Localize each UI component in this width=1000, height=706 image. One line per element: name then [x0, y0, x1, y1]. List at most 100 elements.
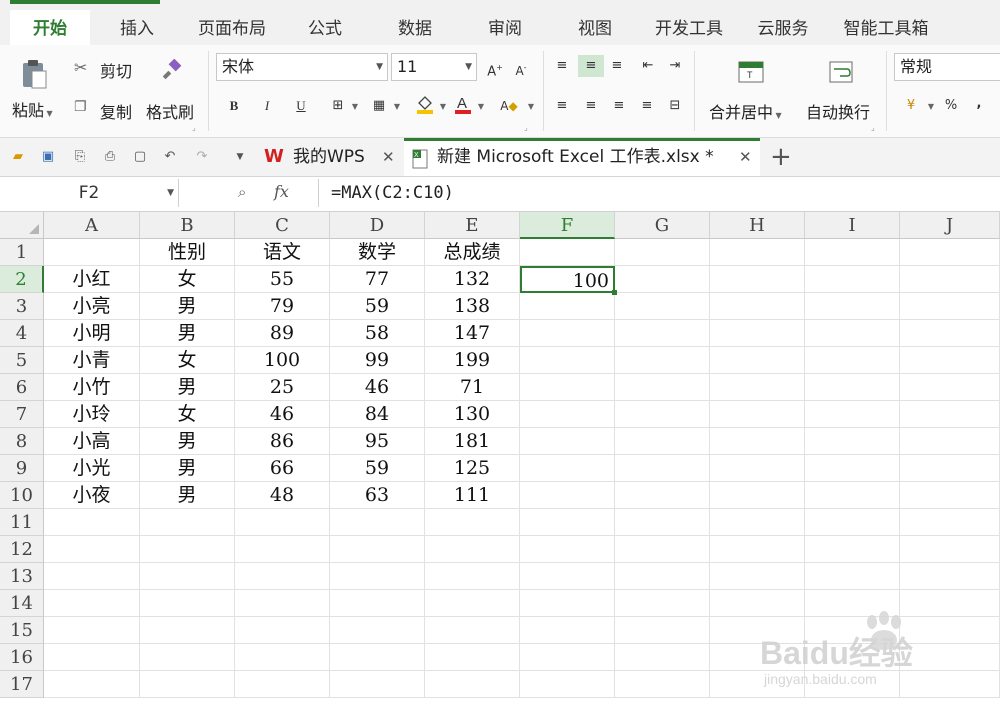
tab-page-layout[interactable]: 页面布局 — [190, 10, 274, 45]
bold-button[interactable]: B — [223, 95, 245, 117]
align-right-icon[interactable]: ≡ — [608, 95, 630, 117]
cell-j11[interactable] — [900, 509, 1000, 536]
cell-i2[interactable] — [805, 266, 900, 293]
cell-b3[interactable]: 男 — [140, 293, 235, 320]
tab-insert[interactable]: 插入 — [108, 10, 166, 45]
cell-e9[interactable]: 125 — [425, 455, 520, 482]
cell-j12[interactable] — [900, 536, 1000, 563]
cell-j2[interactable] — [900, 266, 1000, 293]
chevron-down-icon[interactable]: ▼ — [230, 147, 250, 167]
comma-style-button[interactable]: , — [968, 93, 990, 115]
cell-h12[interactable] — [710, 536, 805, 563]
increase-font-icon[interactable]: A+ — [484, 57, 506, 79]
cell-b5[interactable]: 女 — [140, 347, 235, 374]
new-tab-button[interactable]: + — [770, 138, 792, 176]
cell-h11[interactable] — [710, 509, 805, 536]
cell-c12[interactable] — [235, 536, 330, 563]
copy-icon[interactable]: ❐ — [74, 99, 92, 117]
align-left-icon[interactable]: ≡ — [551, 95, 573, 117]
chevron-down-icon[interactable]: ▼ — [920, 95, 942, 117]
cell-i13[interactable] — [805, 563, 900, 590]
cell-b12[interactable] — [140, 536, 235, 563]
cell-c7[interactable]: 46 — [235, 401, 330, 428]
cell-i5[interactable] — [805, 347, 900, 374]
cell-g12[interactable] — [615, 536, 710, 563]
cell-h4[interactable] — [710, 320, 805, 347]
cell-g2[interactable] — [615, 266, 710, 293]
cell-d1[interactable]: 数学 — [330, 239, 425, 266]
chevron-down-icon[interactable]: ▼ — [432, 95, 454, 117]
cell-a13[interactable] — [44, 563, 140, 590]
cell-j1[interactable] — [900, 239, 1000, 266]
cell-a1[interactable] — [44, 239, 140, 266]
save-icon[interactable]: ▣ — [38, 147, 58, 167]
cell-d7[interactable]: 84 — [330, 401, 425, 428]
cell-g3[interactable] — [615, 293, 710, 320]
cell-a6[interactable]: 小竹 — [44, 374, 140, 401]
close-icon[interactable]: ✕ — [739, 141, 752, 174]
cell-b7[interactable]: 女 — [140, 401, 235, 428]
cell-c11[interactable] — [235, 509, 330, 536]
cell-d8[interactable]: 95 — [330, 428, 425, 455]
cell-e8[interactable]: 181 — [425, 428, 520, 455]
underline-button[interactable]: U — [290, 95, 312, 117]
cell-b17[interactable] — [140, 671, 235, 698]
row-header-11[interactable]: 11 — [0, 509, 44, 536]
wrap-text-button[interactable]: 自动换行 — [806, 99, 870, 123]
row-header-16[interactable]: 16 — [0, 644, 44, 671]
cell-i6[interactable] — [805, 374, 900, 401]
paste-button[interactable]: 粘贴 ▼ — [12, 97, 53, 121]
column-header-b[interactable]: B — [140, 212, 235, 239]
cell-i9[interactable] — [805, 455, 900, 482]
tab-data[interactable]: 数据 — [386, 10, 444, 45]
cell-d3[interactable]: 59 — [330, 293, 425, 320]
dialog-launcher-icon[interactable]: ⌟ — [524, 123, 528, 132]
cell-f8[interactable] — [520, 428, 615, 455]
cell-e13[interactable] — [425, 563, 520, 590]
undo-icon[interactable]: ↶ — [160, 147, 180, 167]
cell-d9[interactable]: 59 — [330, 455, 425, 482]
cell-d5[interactable]: 99 — [330, 347, 425, 374]
cell-c1[interactable]: 语文 — [235, 239, 330, 266]
cell-c13[interactable] — [235, 563, 330, 590]
cell-d11[interactable] — [330, 509, 425, 536]
cell-d4[interactable]: 58 — [330, 320, 425, 347]
tab-my-wps[interactable]: W 我的WPS ✕ — [256, 138, 404, 176]
row-header-7[interactable]: 7 — [0, 401, 44, 428]
tab-excel-document[interactable]: X 新建 Microsoft Excel 工作表.xlsx * ✕ — [404, 138, 760, 176]
cell-e15[interactable] — [425, 617, 520, 644]
row-header-13[interactable]: 13 — [0, 563, 44, 590]
dialog-launcher-icon[interactable]: ⌟ — [871, 123, 875, 132]
tab-smart-tools[interactable]: 智能工具箱 — [836, 10, 936, 45]
tab-developer[interactable]: 开发工具 — [646, 10, 732, 45]
cell-i8[interactable] — [805, 428, 900, 455]
row-header-4[interactable]: 4 — [0, 320, 44, 347]
cell-a7[interactable]: 小玲 — [44, 401, 140, 428]
cell-j13[interactable] — [900, 563, 1000, 590]
redo-icon[interactable]: ↷ — [192, 147, 212, 167]
row-header-2[interactable]: 2 — [0, 266, 44, 293]
currency-icon[interactable]: ¥ — [900, 95, 922, 117]
cell-c17[interactable] — [235, 671, 330, 698]
align-top-icon[interactable]: ≡ — [551, 55, 573, 77]
cell-c4[interactable]: 89 — [235, 320, 330, 347]
cell-b10[interactable]: 男 — [140, 482, 235, 509]
column-header-c[interactable]: C — [235, 212, 330, 239]
copy-button[interactable]: 复制 — [100, 99, 132, 123]
dialog-launcher-icon[interactable]: ⌟ — [192, 123, 196, 132]
cell-c2[interactable]: 55 — [235, 266, 330, 293]
tab-cloud[interactable]: 云服务 — [748, 10, 818, 45]
cell-j4[interactable] — [900, 320, 1000, 347]
cell-b15[interactable] — [140, 617, 235, 644]
cell-f14[interactable] — [520, 590, 615, 617]
scissors-icon[interactable]: ✂ — [74, 58, 92, 77]
column-header-e[interactable]: E — [425, 212, 520, 239]
column-header-f[interactable]: F — [520, 212, 615, 239]
cell-i11[interactable] — [805, 509, 900, 536]
cell-h7[interactable] — [710, 401, 805, 428]
cell-h1[interactable] — [710, 239, 805, 266]
cell-h6[interactable] — [710, 374, 805, 401]
cell-b13[interactable] — [140, 563, 235, 590]
cell-d12[interactable] — [330, 536, 425, 563]
cell-c15[interactable] — [235, 617, 330, 644]
